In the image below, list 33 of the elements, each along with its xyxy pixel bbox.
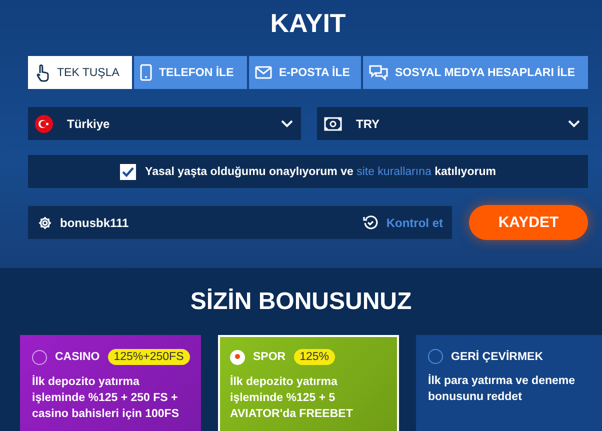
site-rules-link[interactable]: site kurallarına (356, 166, 432, 178)
refresh-icon (363, 215, 378, 230)
agreement-text: Yasal yaşta olduğumu onaylıyorum ve site kurallarına katılıyorum (145, 166, 496, 178)
radio-button[interactable] (428, 349, 443, 364)
bonus-card[interactable]: SPOR 125% İlk depozito yatırma işleminde %125 + 5 AVIATOR'da FREEBET (218, 335, 399, 431)
radio-button[interactable] (32, 350, 47, 364)
bonus-name: CASINO (55, 351, 100, 363)
bonus-heading: SİZİN BONUSUNUZ (189, 288, 413, 316)
chevron-down-icon (281, 120, 293, 128)
bonus-badge: 125%+250FS (108, 349, 190, 365)
bonus-card[interactable]: GERİ ÇEVİRMEK İlk para yatırma ve deneme bonusunu reddet (416, 335, 602, 431)
bonus-description: İlk para yatırma ve deneme bonusunu reddet (428, 373, 576, 405)
phone-icon (140, 64, 152, 81)
envelope-icon (255, 66, 272, 79)
banknote-icon (324, 116, 342, 130)
bonus-name: GERİ ÇEVİRMEK (451, 350, 544, 362)
flag-icon (35, 114, 53, 132)
bonus-description: İlk depozito yatırma işleminde %125 + 250 FS + casino bahisleri için 100FS (32, 374, 180, 422)
pointing-hand-icon (36, 64, 50, 82)
bonus-description: İlk depozito yatırma işleminde %125 + 5 AVIATOR'da FREEBET (230, 374, 354, 422)
country-select[interactable]: Türkiye (28, 107, 301, 140)
check-code-link[interactable]: Kontrol et (386, 216, 443, 230)
gear-icon (38, 216, 52, 230)
checkbox[interactable] (120, 164, 136, 180)
promo-code-field[interactable]: bonusbk111 Kontrol et (28, 206, 452, 239)
dialog-title: KAYIT (270, 8, 346, 39)
chevron-down-icon (568, 120, 580, 128)
bonus-badge: 125% (294, 349, 336, 365)
bonus-card[interactable]: CASINO 125%+250FS İlk depozito yatırma işleminde %125 + 250 FS + casino bahisleri için 100FS (20, 335, 201, 431)
chat-bubbles-icon (369, 64, 388, 81)
registration-tab[interactable]: TEK TUŞLA (28, 56, 132, 89)
bonus-name: SPOR (253, 351, 286, 363)
currency-select[interactable]: TRY (317, 107, 588, 140)
